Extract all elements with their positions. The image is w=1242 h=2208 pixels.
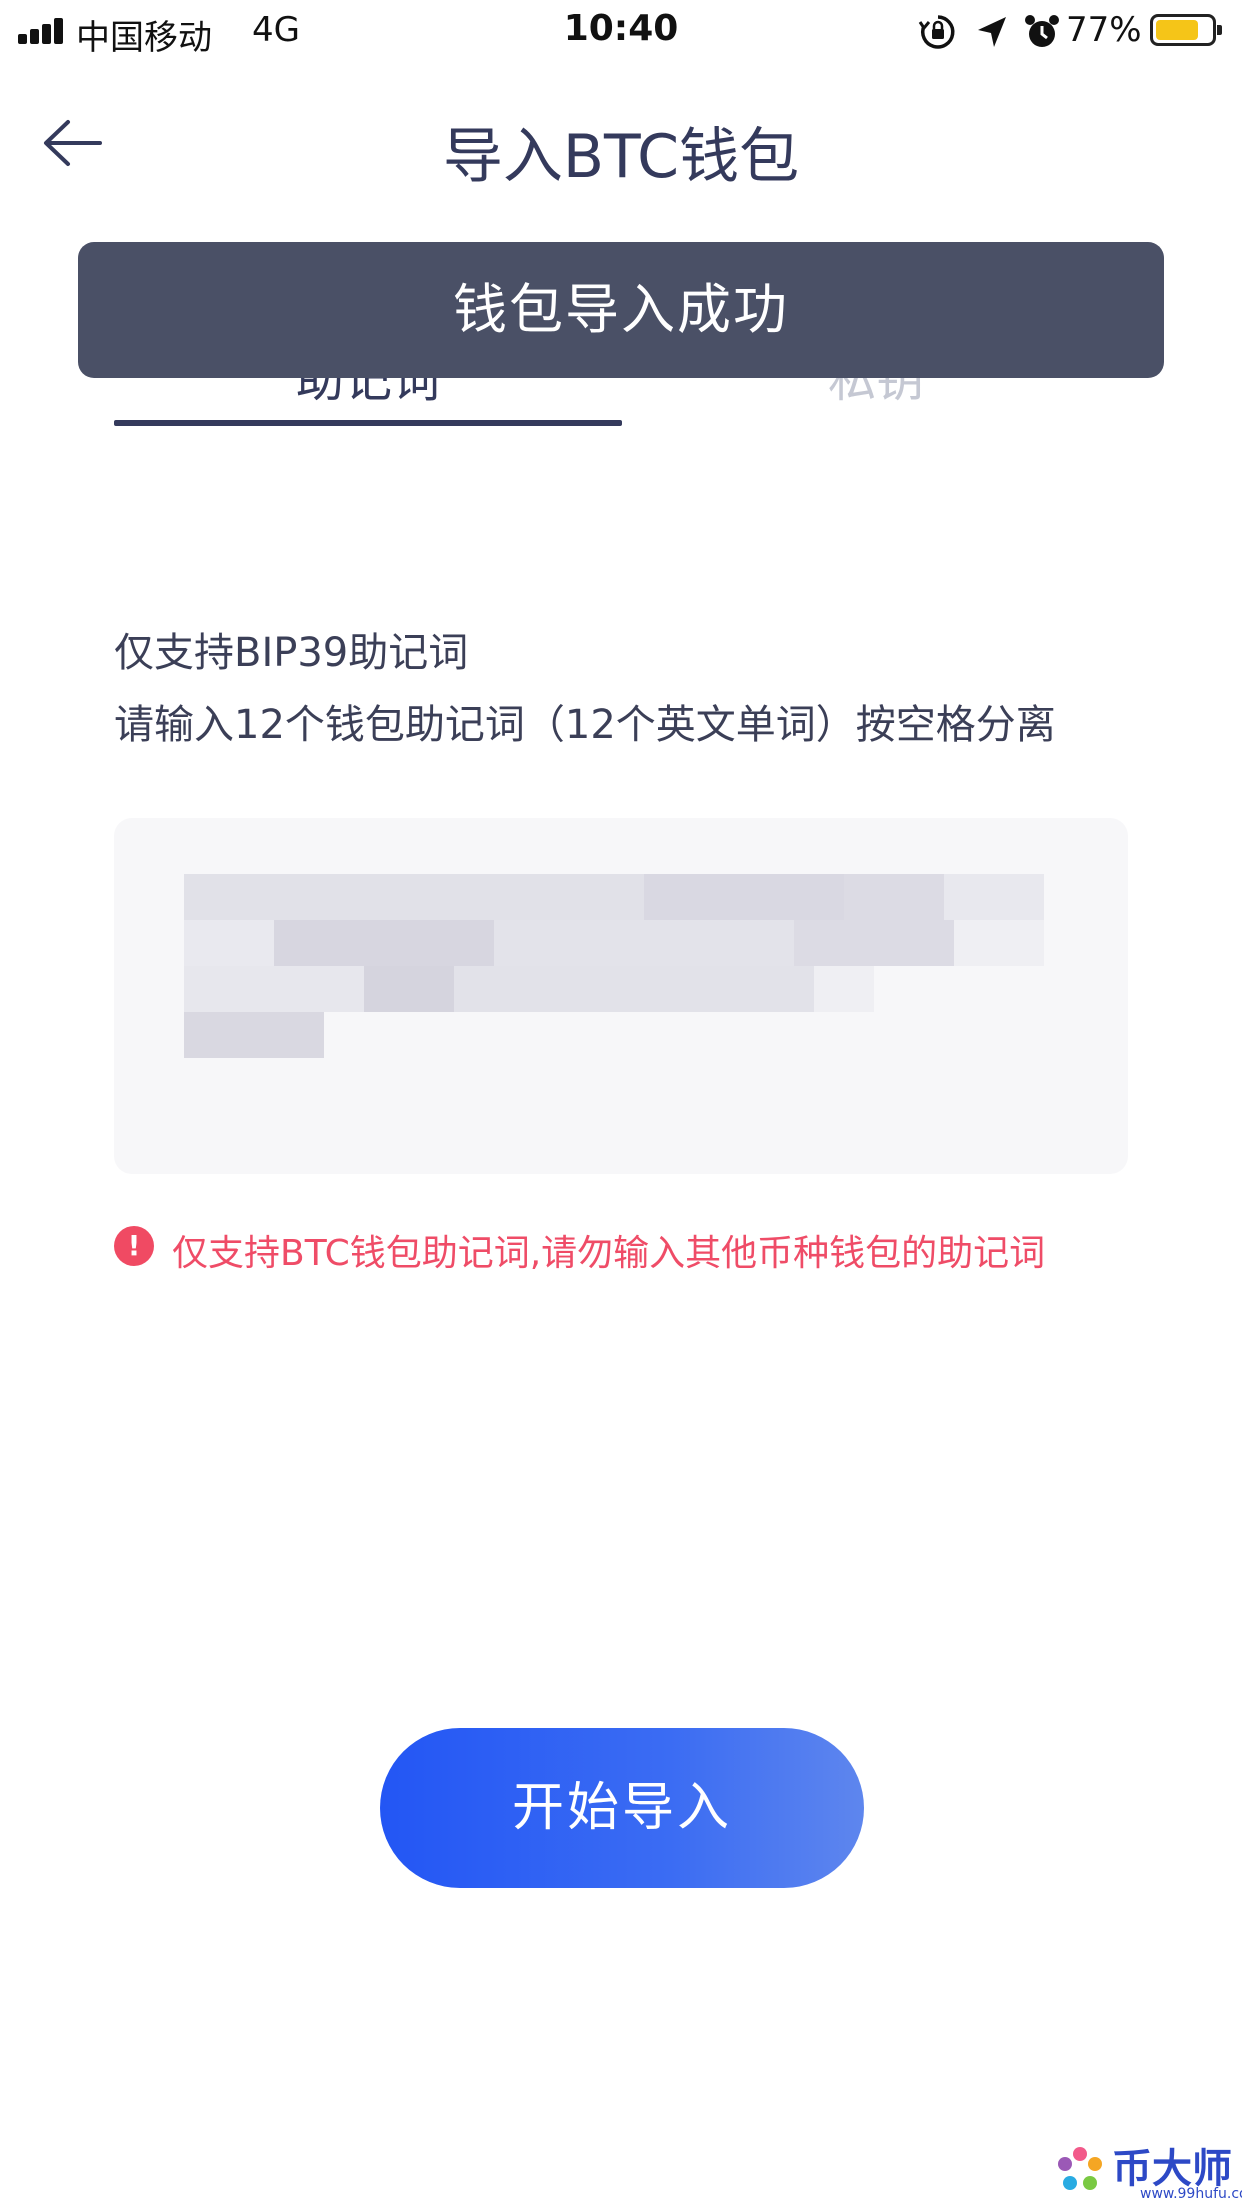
orientation-lock-icon [918,15,955,49]
watermark-logo-icon [1058,2147,1102,2190]
mnemonic-input[interactable] [114,818,1128,1174]
warning-icon: ! [114,1226,154,1266]
tab-active-indicator [114,420,622,426]
hint-12-words: 请输入12个钱包助记词（12个英文单词）按空格分离 [114,702,1056,748]
page-title: 导入BTC钱包 [442,122,800,192]
battery-icon [1150,14,1222,46]
hint-bip39: 仅支持BIP39助记词 [114,630,469,676]
alarm-icon [1025,15,1059,47]
battery-percent: 77% [1066,10,1142,50]
location-icon [978,17,1006,47]
status-bar: 中国移动 4G 10:40 77% [0,0,1242,62]
watermark-url: www.99hufu.com [1140,2186,1242,2202]
success-toast: 钱包导入成功 [78,242,1164,378]
warning-text: 仅支持BTC钱包助记词,请勿输入其他币种钱包的助记词 [172,1233,1046,1274]
start-import-button[interactable]: 开始导入 [380,1728,864,1888]
